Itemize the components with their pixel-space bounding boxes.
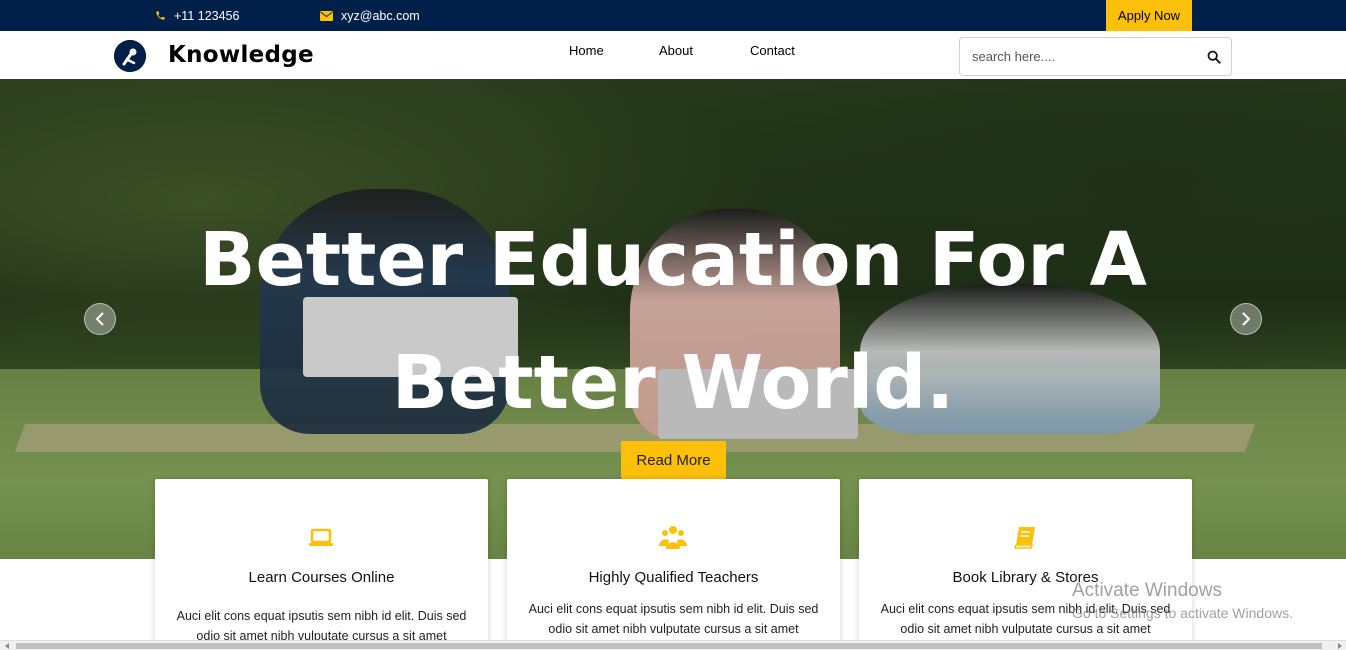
nav-home-link[interactable]: Home [569, 43, 604, 58]
logo-icon[interactable] [114, 40, 146, 72]
feature-title: Learn Courses Online [248, 569, 395, 586]
horizontal-scrollbar[interactable] [0, 640, 1346, 650]
search-input[interactable] [960, 38, 1200, 75]
phone-contact: +11 123456 [155, 0, 239, 31]
apply-now-button[interactable]: Apply Now [1106, 0, 1192, 31]
email-address: xyz@abc.com [341, 8, 420, 23]
hero-title-line-2: Better World. [391, 340, 955, 426]
chevron-left-icon [95, 312, 104, 326]
feature-title: Highly Qualified Teachers [588, 569, 759, 586]
scroll-left-arrow[interactable] [2, 641, 12, 650]
users-icon [659, 526, 687, 549]
phone-icon [156, 11, 165, 20]
feature-card: Highly Qualified Teachers Auci elit cons… [507, 479, 840, 649]
carousel-prev-button[interactable] [84, 303, 116, 335]
feature-description: Auci elit cons equat ipsutis sem nibh id… [528, 602, 819, 636]
caret-right-icon [1337, 642, 1342, 649]
caret-left-icon [4, 642, 9, 649]
feature-card: Book Library & Stores Auci elit cons equ… [859, 479, 1192, 649]
scroll-right-arrow[interactable] [1334, 641, 1344, 650]
scrollbar-thumb[interactable] [16, 643, 1322, 649]
nav-contact-link[interactable]: Contact [750, 43, 795, 58]
laptop-icon [309, 528, 333, 546]
hero-title-line-1: Better Education For A [199, 217, 1147, 303]
read-more-button[interactable]: Read More [621, 441, 726, 479]
watermark-subtitle: Go to Settings to activate Windows. [1072, 605, 1293, 621]
search-box [959, 37, 1232, 76]
nav-about-link[interactable]: About [659, 43, 693, 58]
carousel-next-button[interactable] [1230, 303, 1262, 335]
brand-name[interactable]: Knowledge [168, 42, 314, 68]
phone-number: +11 123456 [174, 8, 240, 23]
hero-title: Better Education For A Better World. [0, 199, 1346, 445]
chevron-right-icon [1242, 312, 1251, 326]
feature-card: Learn Courses Online Auci elit cons equa… [155, 479, 488, 649]
email-contact: xyz@abc.com [320, 0, 420, 31]
watermark-title: Activate Windows [1072, 580, 1222, 601]
navbar: Knowledge Home About Contact [0, 31, 1346, 79]
envelope-icon [320, 10, 333, 21]
top-bar: +11 123456 xyz@abc.com Apply Now [0, 0, 1346, 31]
book-icon [1013, 527, 1035, 549]
search-icon[interactable] [1207, 50, 1221, 64]
activate-windows-watermark: Activate Windows Go to Settings to activ… [1072, 580, 1293, 621]
